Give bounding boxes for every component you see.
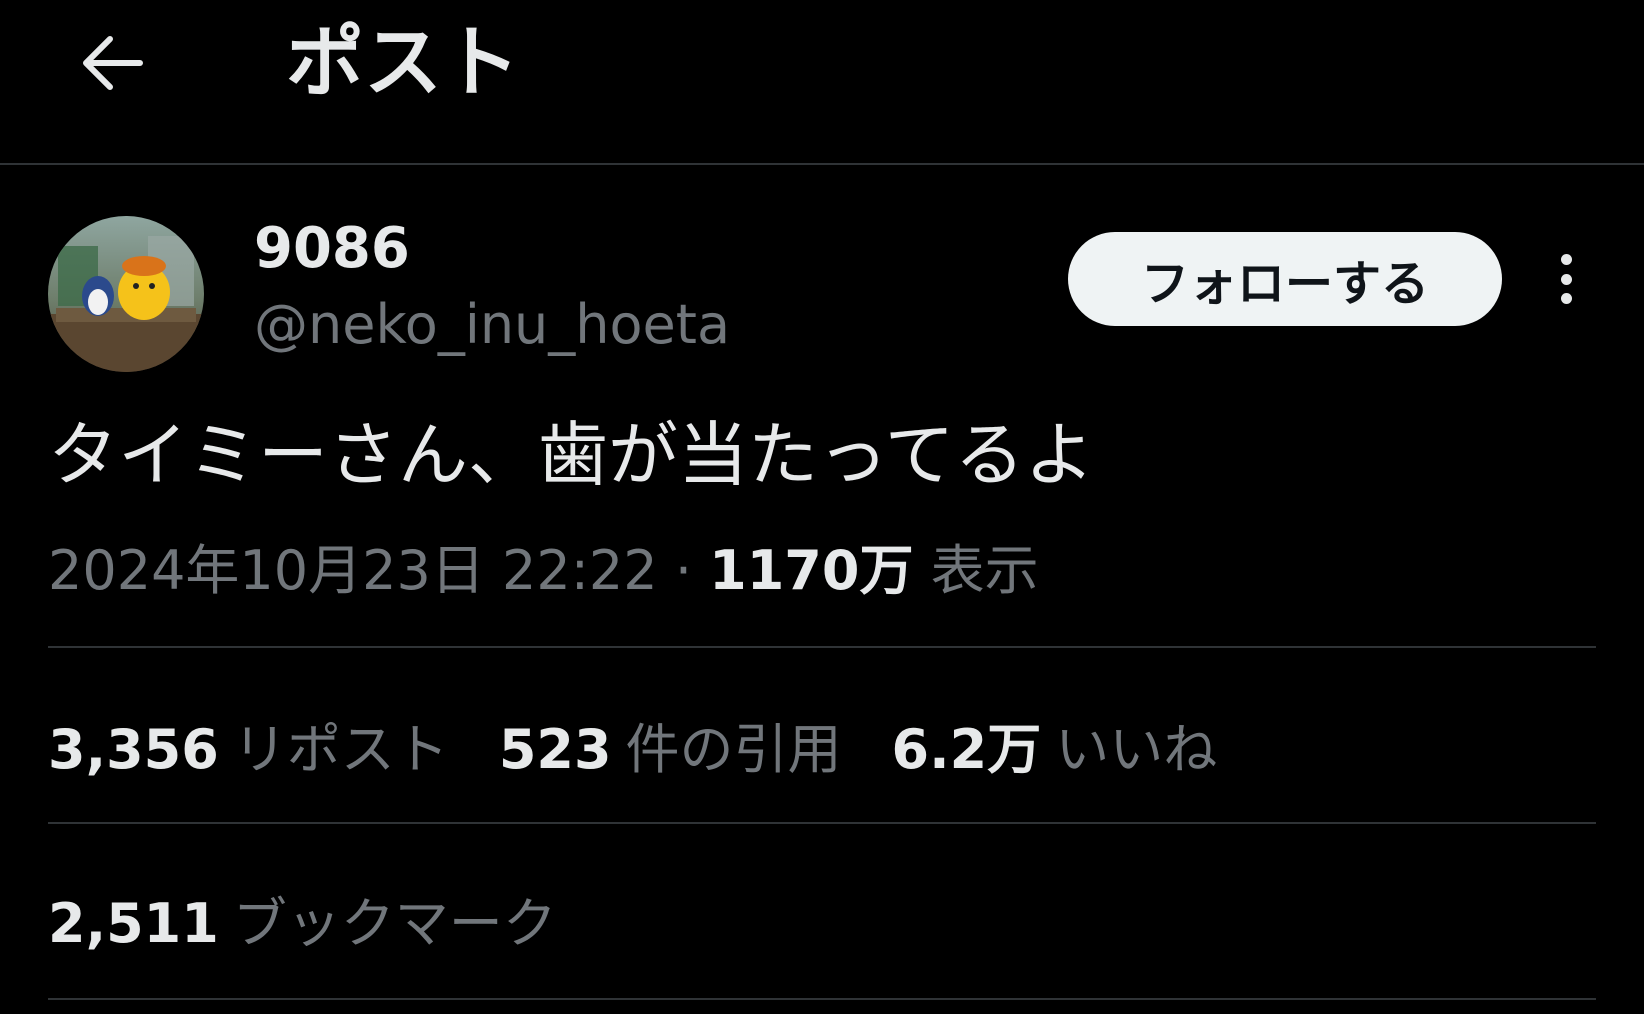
more-vertical-icon bbox=[1560, 254, 1572, 265]
avatar[interactable] bbox=[48, 216, 204, 372]
meta-separator: · bbox=[674, 539, 692, 602]
reposts-label: リポスト bbox=[232, 718, 449, 781]
likes-stat[interactable]: 6.2万 いいね bbox=[892, 712, 1218, 788]
back-button[interactable] bbox=[72, 24, 150, 102]
author-handle[interactable]: @neko_inu_hoeta bbox=[254, 292, 730, 358]
engagement-stats: 3,356 リポスト 523 件の引用 6.2万 いいね bbox=[48, 712, 1217, 788]
follow-button[interactable]: フォローする bbox=[1068, 232, 1502, 326]
views-label: 表示 bbox=[930, 539, 1039, 602]
quotes-stat[interactable]: 523 件の引用 bbox=[499, 712, 842, 788]
author-display-name[interactable]: 9086 bbox=[254, 214, 410, 284]
arrow-left-icon bbox=[83, 36, 143, 90]
reposts-stat[interactable]: 3,356 リポスト bbox=[48, 712, 449, 788]
post-meta: 2024年10月23日 22:22 · 1170万 表示 bbox=[48, 536, 1039, 606]
bookmarks-label: ブックマーク bbox=[232, 892, 557, 955]
post-detail-page: ポスト 9086 @neko_inu_hoeta フォローする タイミーさん、歯… bbox=[0, 0, 1644, 1014]
divider bbox=[48, 646, 1596, 648]
reposts-count: 3,356 bbox=[48, 718, 219, 781]
likes-label: いいね bbox=[1055, 718, 1218, 781]
views-count: 1170万 bbox=[709, 539, 914, 602]
bookmarks-stat[interactable]: 2,511 ブックマーク bbox=[48, 886, 557, 962]
post-timestamp[interactable]: 2024年10月23日 22:22 bbox=[48, 539, 658, 602]
top-bar: ポスト bbox=[0, 0, 1644, 165]
page-title: ポスト bbox=[286, 18, 521, 108]
divider bbox=[48, 822, 1596, 824]
divider bbox=[48, 998, 1596, 1000]
more-options-button[interactable] bbox=[1540, 248, 1592, 310]
bookmarks-count: 2,511 bbox=[48, 892, 219, 955]
avatar-image bbox=[48, 216, 204, 372]
quotes-count: 523 bbox=[498, 718, 612, 781]
quotes-label: 件の引用 bbox=[625, 718, 842, 781]
likes-count: 6.2万 bbox=[891, 718, 1042, 781]
post-text: タイミーさん、歯が当たってるよ bbox=[48, 414, 1095, 496]
